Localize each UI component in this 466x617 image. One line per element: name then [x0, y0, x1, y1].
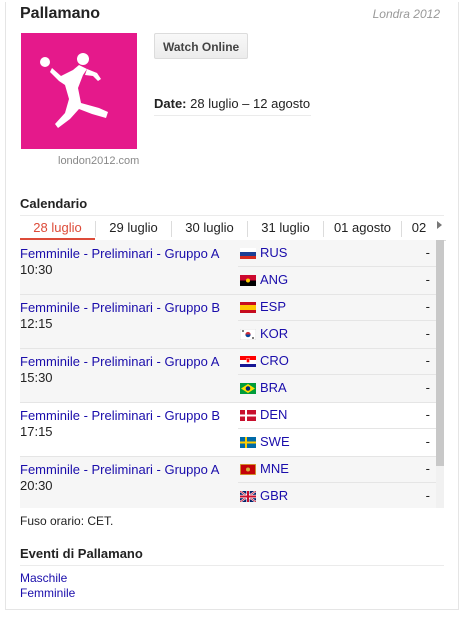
uk-flag-icon [240, 491, 256, 502]
team-code: ESP [260, 299, 287, 314]
divider [20, 348, 436, 349]
match-row: Femminile - Preliminari - Gruppo A 20:30… [20, 456, 436, 508]
dates-label: Date: [154, 96, 187, 111]
match-time: 12:15 [20, 316, 53, 331]
calendar-heading: Calendario [20, 196, 88, 211]
match-event-link[interactable]: Femminile - Preliminari - Gruppo B [20, 408, 220, 423]
match-score: - [425, 299, 430, 314]
tab-02[interactable]: 02 [402, 218, 436, 239]
match-score: - [425, 407, 430, 422]
team-code: SWE [260, 434, 290, 449]
tab-31-luglio[interactable]: 31 luglio [248, 218, 323, 239]
match-time: 10:30 [20, 262, 53, 277]
team-code: CRO [260, 353, 289, 368]
team-code: MNE [260, 461, 289, 476]
handball-pictogram-logo[interactable] [21, 33, 137, 149]
angola-flag-icon [240, 275, 256, 286]
divider [20, 215, 444, 216]
divider [238, 482, 436, 483]
dates-line: Date: 28 luglio – 12 agosto [154, 96, 310, 111]
match-score: - [425, 434, 430, 449]
tab-30-luglio[interactable]: 30 luglio [172, 218, 247, 239]
match-score: - [425, 326, 430, 341]
schedule-scrollbar[interactable] [436, 240, 444, 508]
divider [238, 266, 436, 267]
tab-29-luglio[interactable]: 29 luglio [96, 218, 171, 239]
team-code: RUS [260, 245, 288, 260]
match-row: Femminile - Preliminari - Gruppo A 10:30… [20, 240, 436, 294]
team-code: ANG [260, 272, 289, 287]
denmark-flag-icon [240, 410, 256, 421]
korea-flag-icon [240, 329, 256, 340]
match-score: - [425, 488, 430, 503]
match-time: 15:30 [20, 370, 53, 385]
russia-flag-icon [240, 248, 256, 259]
logo-caption[interactable]: london2012.com [58, 155, 139, 167]
match-event-link[interactable]: Femminile - Preliminari - Gruppo A [20, 462, 219, 477]
team-code: BRA [260, 380, 287, 395]
divider [20, 402, 436, 403]
divider [238, 428, 436, 429]
brazil-flag-icon [240, 383, 256, 394]
divider [20, 565, 444, 566]
divider [238, 320, 436, 321]
handball-player-icon [40, 53, 108, 128]
dates-value: 28 luglio – 12 agosto [190, 96, 311, 111]
page-title: Pallamano [20, 5, 101, 22]
team-code: GBR [260, 488, 289, 503]
date-tabs: 28 luglio 29 luglio 30 luglio 31 luglio … [20, 218, 446, 241]
spain-flag-icon [240, 302, 256, 313]
location-subtitle: Londra 2012 [372, 7, 440, 21]
tab-28-luglio[interactable]: 28 luglio [20, 218, 95, 240]
match-row: Femminile - Preliminari - Gruppo A 15:30… [20, 348, 436, 402]
timezone-note: Fuso orario: CET. [20, 514, 114, 528]
montenegro-flag-icon [240, 464, 256, 475]
match-score: - [425, 272, 430, 287]
sweden-flag-icon [240, 437, 256, 448]
match-time: 20:30 [20, 478, 53, 493]
match-event-link[interactable]: Femminile - Preliminari - Gruppo B [20, 300, 220, 315]
scrollbar-thumb[interactable] [436, 240, 444, 466]
match-score: - [425, 245, 430, 260]
chevron-right-icon[interactable] [437, 221, 442, 229]
team-code: DEN [260, 407, 288, 422]
femminile-link[interactable]: Femminile [20, 586, 75, 600]
divider [238, 374, 436, 375]
match-event-link[interactable]: Femminile - Preliminari - Gruppo A [20, 246, 219, 261]
croatia-flag-icon [240, 356, 256, 367]
match-score: - [425, 353, 430, 368]
schedule-list: Femminile - Preliminari - Gruppo A 10:30… [20, 240, 436, 508]
events-heading: Eventi di Pallamano [20, 546, 143, 561]
divider [154, 115, 311, 116]
maschile-link[interactable]: Maschile [20, 571, 67, 585]
divider [20, 294, 436, 295]
match-row: Femminile - Preliminari - Gruppo B 12:15… [20, 294, 436, 348]
tab-01-agosto[interactable]: 01 agosto [324, 218, 401, 239]
match-row: Femminile - Preliminari - Gruppo B 17:15… [20, 402, 436, 456]
watch-online-button[interactable]: Watch Online [154, 33, 249, 59]
match-score: - [425, 461, 430, 476]
match-event-link[interactable]: Femminile - Preliminari - Gruppo A [20, 354, 219, 369]
team-code: KOR [260, 326, 289, 341]
match-score: - [425, 380, 430, 395]
divider [20, 456, 436, 457]
match-time: 17:15 [20, 424, 53, 439]
